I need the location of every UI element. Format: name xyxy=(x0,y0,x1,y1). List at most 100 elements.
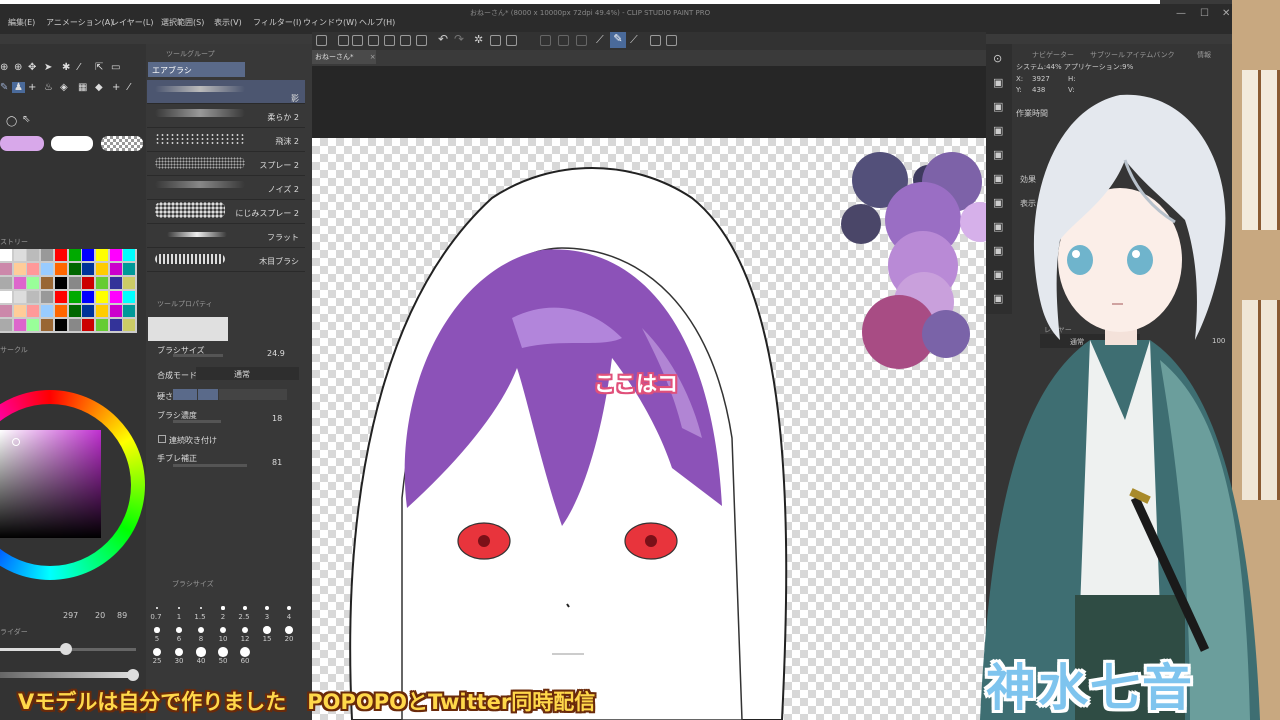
sub-color-swatch[interactable] xyxy=(51,136,93,151)
print-icon[interactable] xyxy=(400,35,411,46)
hardness-track[interactable] xyxy=(219,389,287,400)
palette-swatch[interactable] xyxy=(0,305,12,317)
undo-icon[interactable]: ↶ xyxy=(438,32,448,46)
palette-swatch[interactable] xyxy=(41,249,54,261)
blend-icon[interactable]: ♨ xyxy=(44,82,53,93)
palette-swatch[interactable] xyxy=(41,291,54,303)
palette-swatch[interactable] xyxy=(82,263,95,275)
palette-swatch[interactable] xyxy=(27,319,40,331)
magic-wand-icon[interactable]: ✱ xyxy=(62,62,70,73)
palette-swatch[interactable] xyxy=(123,319,136,331)
select-rect-icon[interactable]: ▭ xyxy=(111,62,120,73)
palette-swatch[interactable] xyxy=(82,319,95,331)
invert-selection-icon[interactable] xyxy=(558,35,569,46)
palette-swatch[interactable] xyxy=(13,277,26,289)
menu-window[interactable]: ウィンドウ(W) xyxy=(303,17,357,28)
brush-size-cell[interactable]: 3 xyxy=(257,600,277,621)
navigator-icon[interactable]: ⊙ xyxy=(993,52,1002,65)
palette-swatch[interactable] xyxy=(27,277,40,289)
arrow-icon[interactable]: ➤ xyxy=(44,62,52,73)
brush-size-cell[interactable]: 6 xyxy=(169,622,189,643)
palette-swatch[interactable] xyxy=(109,263,122,275)
palette-swatch[interactable] xyxy=(68,249,81,261)
brush-size-cell[interactable]: 1 xyxy=(169,600,189,621)
brush-size-cell[interactable]: 30 xyxy=(169,644,189,665)
palette-swatch[interactable] xyxy=(27,249,40,261)
brush-item-splash[interactable]: 飛沫 2 xyxy=(147,128,305,152)
stabilization-value[interactable]: 81 xyxy=(272,458,282,467)
palette-swatch[interactable] xyxy=(95,305,108,317)
subtool-tab[interactable]: サブツール xyxy=(1090,50,1125,60)
palette-swatch[interactable] xyxy=(41,263,54,275)
brush-size-cell[interactable]: 40 xyxy=(191,644,211,665)
new-canvas-icon[interactable] xyxy=(316,35,327,46)
palette-swatch[interactable] xyxy=(13,319,26,331)
canvas-tab[interactable]: おねーさん* × xyxy=(312,50,376,64)
menu-edit[interactable]: 編集(E) xyxy=(8,17,35,28)
palette-swatch[interactable] xyxy=(27,291,40,303)
info-tab[interactable]: 情報 xyxy=(1197,50,1211,60)
close-tab-icon[interactable]: × xyxy=(370,53,376,61)
brush-size-cell[interactable]: 20 xyxy=(279,622,299,643)
palette-swatch[interactable] xyxy=(109,291,122,303)
export-icon[interactable] xyxy=(384,35,395,46)
palette-swatch[interactable] xyxy=(109,305,122,317)
palette-swatch[interactable] xyxy=(13,249,26,261)
stabilization-slider[interactable] xyxy=(173,464,247,467)
palette-swatch[interactable] xyxy=(54,291,67,303)
palette-swatch[interactable] xyxy=(27,263,40,275)
blend-mode-select[interactable]: 通常 xyxy=(196,367,299,380)
density-slider[interactable] xyxy=(173,420,221,423)
settings-icon[interactable] xyxy=(416,35,427,46)
brush-item-flat[interactable]: フラット xyxy=(147,224,305,248)
tool-group-tab[interactable]: エアブラシ xyxy=(148,62,245,77)
brush-size-cell[interactable]: 60 xyxy=(235,644,255,665)
palette-swatch[interactable] xyxy=(68,277,81,289)
brush-size-cell[interactable]: 5 xyxy=(147,622,167,643)
close-button[interactable]: ✕ xyxy=(1222,8,1230,19)
palette-swatch[interactable] xyxy=(109,277,122,289)
brush-size-slider[interactable] xyxy=(173,354,223,357)
palette-swatch[interactable] xyxy=(54,263,67,275)
lasso-icon[interactable]: ◯ xyxy=(6,116,17,127)
canvas-paper[interactable]: ここはコ xyxy=(312,138,986,720)
palette-swatch[interactable] xyxy=(95,249,108,261)
continuous-checkbox[interactable] xyxy=(158,435,166,443)
save-as-icon[interactable] xyxy=(368,35,379,46)
brush-size-cell[interactable]: 15 xyxy=(257,622,277,643)
saturation-value-square[interactable] xyxy=(0,430,101,538)
palette-swatch[interactable] xyxy=(95,291,108,303)
minimize-button[interactable]: — xyxy=(1176,8,1186,19)
crop-icon[interactable] xyxy=(490,35,501,46)
palette-swatch[interactable] xyxy=(54,277,67,289)
gradient-icon[interactable]: ▦ xyxy=(78,82,87,93)
palette-swatch[interactable] xyxy=(68,319,81,331)
menu-view[interactable]: 表示(V) xyxy=(214,17,242,28)
expand-selection-icon[interactable] xyxy=(576,35,587,46)
menu-help[interactable]: ヘルプ(H) xyxy=(359,17,395,28)
brush-size-cell[interactable]: 12 xyxy=(235,622,255,643)
palette-swatch[interactable] xyxy=(109,319,122,331)
hand-icon[interactable]: ⊕ xyxy=(14,62,22,73)
palette-swatch[interactable] xyxy=(0,277,12,289)
subview-icon[interactable]: ▣ xyxy=(993,76,1003,89)
pen-tool-icon[interactable]: ✎ xyxy=(0,82,8,93)
transparent-color-swatch[interactable] xyxy=(101,136,143,151)
palette-swatch[interactable] xyxy=(0,319,12,331)
deselect-icon[interactable] xyxy=(540,35,551,46)
palette-swatch[interactable] xyxy=(41,305,54,317)
palette-swatch[interactable] xyxy=(123,277,136,289)
reference-icon[interactable] xyxy=(666,35,677,46)
brush-item-spray[interactable]: スプレー 2 xyxy=(147,152,305,176)
palette-swatch[interactable] xyxy=(123,291,136,303)
open-icon[interactable] xyxy=(338,35,349,46)
redo-icon[interactable]: ↷ xyxy=(454,32,464,46)
hardness-seg-2[interactable] xyxy=(198,389,218,400)
brush-item-noise[interactable]: ノイズ 2 xyxy=(147,176,305,200)
menu-selection[interactable]: 選択範囲(S) xyxy=(161,17,204,28)
clear-icon[interactable]: ✲ xyxy=(474,33,483,46)
palette-swatch[interactable] xyxy=(82,249,95,261)
airbrush-icon[interactable]: ♟ xyxy=(12,82,25,93)
palette-swatch[interactable] xyxy=(82,305,95,317)
brush-size-cell[interactable]: 8 xyxy=(191,622,211,643)
